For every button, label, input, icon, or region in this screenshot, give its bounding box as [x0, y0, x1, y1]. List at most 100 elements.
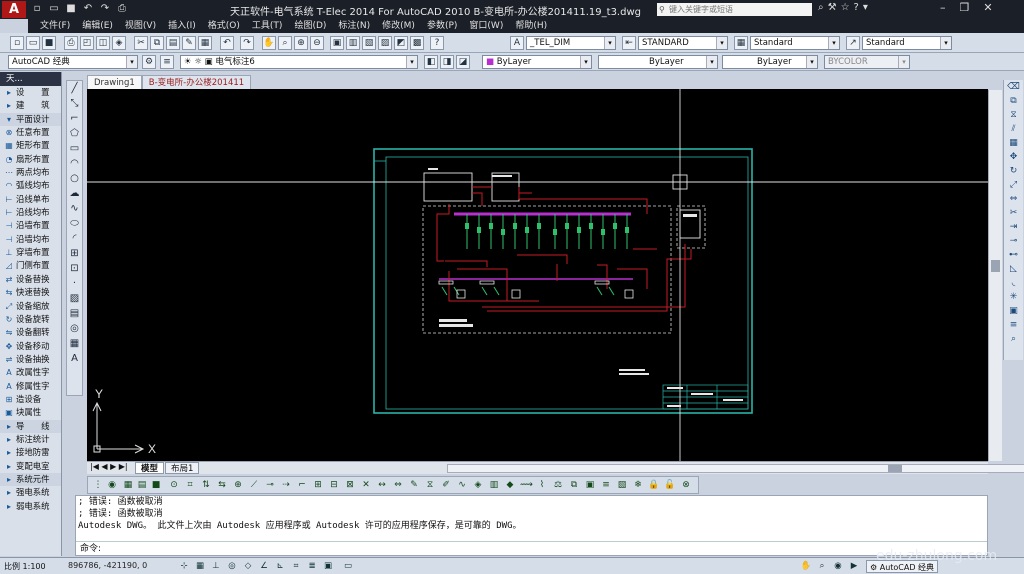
- panel-item[interactable]: ▸ 导 线: [0, 419, 61, 433]
- scale-icon[interactable]: ⤢: [1004, 178, 1023, 192]
- panel-item[interactable]: ▾ 平面设计: [0, 112, 61, 127]
- menu-insert[interactable]: 插入(I): [168, 19, 196, 33]
- lock-icon[interactable]: 🔒: [648, 479, 660, 491]
- tools-icon[interactable]: ⚒: [828, 2, 837, 13]
- route-icon[interactable]: ⟿: [520, 479, 533, 491]
- panel-item[interactable]: ⊢ 沿线均布: [0, 206, 61, 219]
- panel-item[interactable]: ⊢ 沿线单布: [0, 193, 61, 206]
- mirror-icon[interactable]: ⧖: [1004, 108, 1023, 122]
- steering-wheel-icon[interactable]: ◉: [832, 560, 844, 572]
- menu-draw[interactable]: 绘图(D): [294, 19, 326, 33]
- arc-icon[interactable]: ◠: [67, 156, 82, 171]
- panel-item[interactable]: ▣ 块属性: [0, 406, 61, 419]
- panel-item[interactable]: ⊣ 沿墙均布: [0, 233, 61, 246]
- help-icon[interactable]: ?: [854, 2, 859, 13]
- table-icon[interactable]: ▦: [67, 336, 82, 351]
- plotstyle-select[interactable]: BYCOLOR ▾: [824, 55, 910, 69]
- annotation-scale[interactable]: 比例 1:100: [4, 561, 46, 572]
- panel-item[interactable]: ▸ 接地防雷: [0, 446, 61, 459]
- freeze-icon[interactable]: ❄: [632, 479, 644, 491]
- panel-item[interactable]: ⋯ 两点均布: [0, 166, 61, 179]
- undo-icon[interactable]: ↶: [220, 36, 234, 50]
- layer-icon[interactable]: ≡: [600, 479, 612, 491]
- menu-tools[interactable]: 工具(T): [252, 19, 283, 33]
- tool-palettes-icon[interactable]: ▧: [362, 36, 376, 50]
- menu-help[interactable]: 帮助(H): [515, 19, 547, 33]
- menu-dimension[interactable]: 标注(N): [338, 19, 370, 33]
- command-input[interactable]: 命令:: [76, 541, 987, 555]
- zoom-previous-icon[interactable]: ⊖: [310, 36, 324, 50]
- spline-icon[interactable]: ∿: [67, 201, 82, 216]
- extend-icon[interactable]: ↔: [376, 479, 388, 491]
- polygon-icon[interactable]: ⬠: [67, 126, 82, 141]
- polyline-icon[interactable]: ⌐: [67, 111, 82, 126]
- zoom-icon[interactable]: ⌕: [816, 560, 828, 572]
- gear-icon[interactable]: ⚙: [142, 55, 156, 69]
- undo-icon[interactable]: ↶: [81, 2, 95, 16]
- panel-item[interactable]: ⤢ 设备缩放: [0, 300, 61, 313]
- panel-item[interactable]: ⊣ 沿墙布置: [0, 219, 61, 232]
- panel-item[interactable]: ⇄ 设备替换: [0, 273, 61, 286]
- construction-line-icon[interactable]: ⤡: [67, 96, 82, 111]
- restore-icon[interactable]: ❐: [960, 1, 970, 14]
- drawing-canvas[interactable]: Y X: [87, 89, 988, 461]
- line-icon[interactable]: ╱: [67, 81, 82, 96]
- horizontal-scrollbar[interactable]: [447, 464, 1024, 473]
- panel-item[interactable]: ▸ 变配电室: [0, 460, 61, 473]
- multiline-text-icon[interactable]: A: [67, 351, 82, 366]
- edit-icon[interactable]: ✐: [440, 479, 452, 491]
- layer-manager-icon[interactable]: ≡: [160, 55, 174, 69]
- menu-modify[interactable]: 修改(M): [382, 19, 415, 33]
- new-icon[interactable]: ▫: [10, 36, 24, 50]
- ducs-icon[interactable]: ⊾: [274, 560, 286, 572]
- match-properties-icon[interactable]: ✎: [182, 36, 196, 50]
- showmotion-icon[interactable]: ▶: [848, 560, 860, 572]
- menu-window[interactable]: 窗口(W): [469, 19, 503, 33]
- panel-item[interactable]: ⇌ 设备抽换: [0, 353, 61, 366]
- zoom-icon[interactable]: ⌕: [1004, 332, 1023, 346]
- open-icon[interactable]: ▭: [26, 36, 40, 50]
- zoom-realtime-icon[interactable]: ⌕: [278, 36, 292, 50]
- zigzag-icon[interactable]: ∿: [456, 479, 468, 491]
- properties-icon[interactable]: ▣: [1004, 304, 1023, 318]
- save-icon[interactable]: ■: [64, 2, 78, 16]
- close-icon[interactable]: ⊗: [680, 479, 692, 491]
- trim-icon[interactable]: ✂: [1004, 206, 1023, 220]
- tab-current-file[interactable]: B-变电所-办公楼201411: [141, 75, 252, 89]
- rectangle-icon[interactable]: ▭: [67, 141, 82, 156]
- block-editor-icon[interactable]: ▦: [198, 36, 212, 50]
- vertical-scrollbar[interactable]: [988, 90, 1002, 461]
- chamfer-icon[interactable]: ◺: [1004, 262, 1023, 276]
- copy-icon[interactable]: ⧉: [150, 36, 164, 50]
- mirror-icon[interactable]: ⧖: [424, 479, 436, 491]
- panel-item[interactable]: ⊞ 造设备: [0, 393, 61, 406]
- ellipse-arc-icon[interactable]: ◜: [67, 231, 82, 246]
- rotate-icon[interactable]: ↻: [1004, 164, 1023, 178]
- panel-item[interactable]: ✥ 设备移动: [0, 340, 61, 353]
- linetype-select[interactable]: ByLayer ▾: [598, 55, 718, 69]
- minimize-icon[interactable]: –: [940, 1, 946, 14]
- menu-edit[interactable]: 编辑(E): [82, 19, 113, 33]
- dyn-icon[interactable]: ⌗: [290, 560, 302, 572]
- symbol-icon[interactable]: ⊕: [232, 479, 244, 491]
- redo-icon[interactable]: ↷: [98, 2, 112, 16]
- match-icon[interactable]: ⇆: [216, 479, 228, 491]
- balance-icon[interactable]: ⚖: [552, 479, 564, 491]
- panel-item[interactable]: ◠ 弧线均布: [0, 179, 61, 192]
- array-icon[interactable]: ▦: [1004, 136, 1023, 150]
- panel-item[interactable]: ↻ 设备旋转: [0, 313, 61, 326]
- point-icon[interactable]: ·: [67, 276, 82, 291]
- panel-item[interactable]: ⇆ 快速替换: [0, 286, 61, 299]
- offset-icon[interactable]: ⫽: [1004, 122, 1023, 136]
- panel-item[interactable]: ⊥ 穿墙布置: [0, 246, 61, 259]
- unlock-icon[interactable]: 🔓: [664, 479, 676, 491]
- pin-icon[interactable]: ✎: [408, 479, 420, 491]
- panel-title[interactable]: 天...: [0, 72, 61, 86]
- table-style-select[interactable]: Standard ▾: [750, 36, 840, 50]
- break-icon[interactable]: ⌐: [296, 479, 308, 491]
- ellipse-icon[interactable]: ⬭: [67, 216, 82, 231]
- switch-icon[interactable]: ⊙: [168, 479, 180, 491]
- ortho-icon[interactable]: ⊥: [210, 560, 222, 572]
- block-icon[interactable]: ▤: [136, 479, 148, 491]
- fillet-icon[interactable]: ◟: [1004, 276, 1023, 290]
